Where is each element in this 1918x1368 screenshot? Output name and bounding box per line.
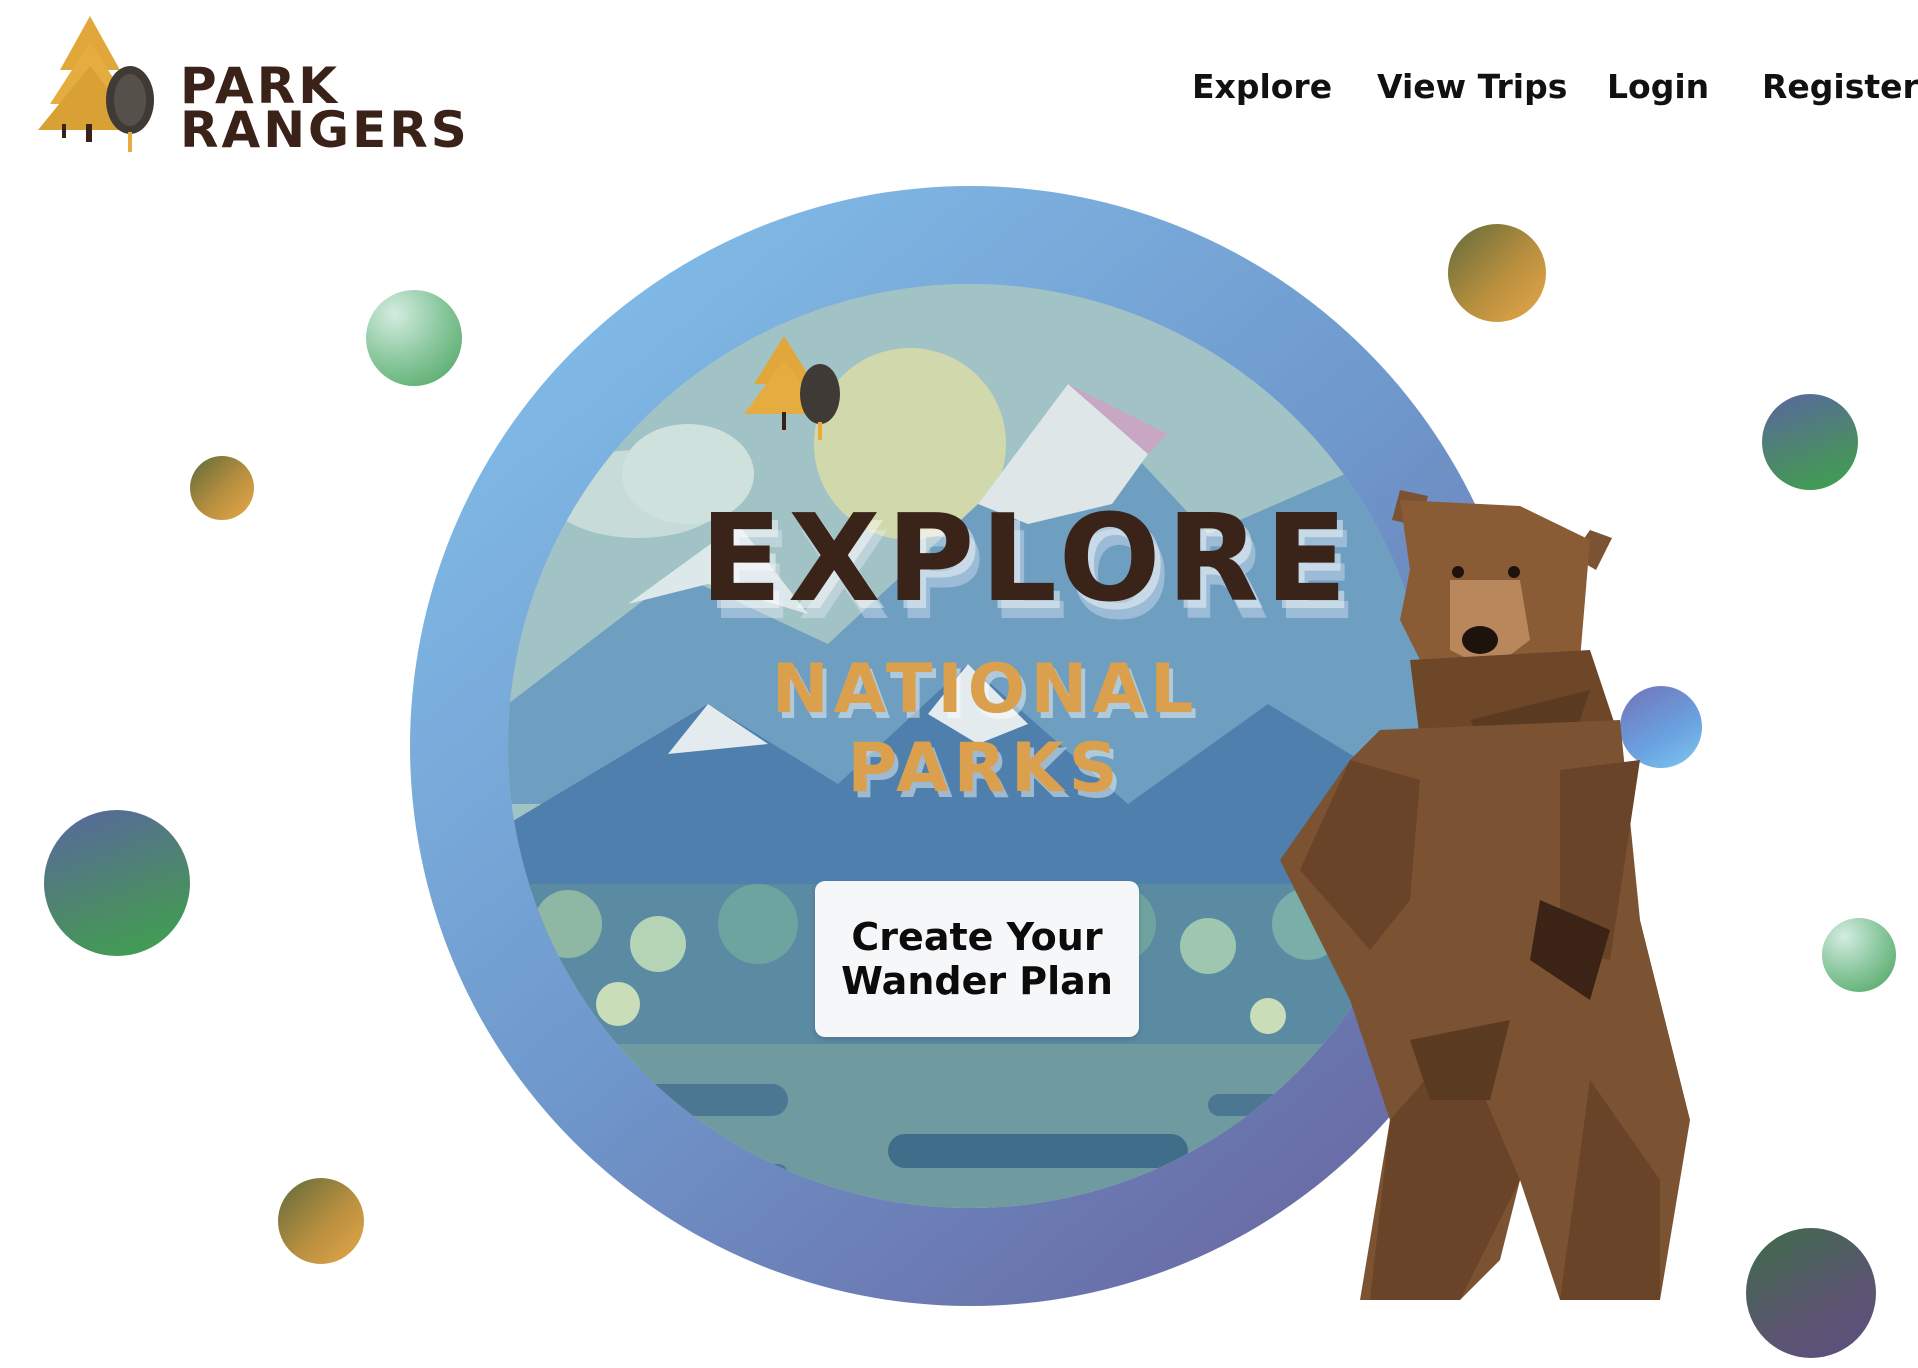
bear-illustration: [1280, 490, 1690, 1300]
main-nav: Explore View Trips Login Register: [0, 62, 1918, 112]
decor-dot: [44, 810, 190, 956]
nav-explore[interactable]: Explore: [1192, 62, 1332, 112]
decor-dot: [190, 456, 254, 520]
decor-dot: [1762, 394, 1858, 490]
brand-line2: RANGERS: [180, 101, 470, 159]
nav-register[interactable]: Register: [1762, 62, 1918, 112]
decor-dot: [1822, 918, 1896, 992]
hero-title: EXPLORE: [700, 490, 1354, 629]
decor-dot: [366, 290, 462, 386]
hero-subtitle: NATIONAL PARKS: [771, 650, 1199, 808]
nav-login[interactable]: Login: [1607, 62, 1709, 112]
decor-dot: [1448, 224, 1546, 322]
cta-label: Create Your Wander Plan: [841, 915, 1113, 1003]
decor-dot: [1746, 1228, 1876, 1358]
nav-view-trips[interactable]: View Trips: [1377, 62, 1567, 112]
decor-dot: [278, 1178, 364, 1264]
create-wander-plan-button[interactable]: Create Your Wander Plan: [815, 881, 1139, 1037]
